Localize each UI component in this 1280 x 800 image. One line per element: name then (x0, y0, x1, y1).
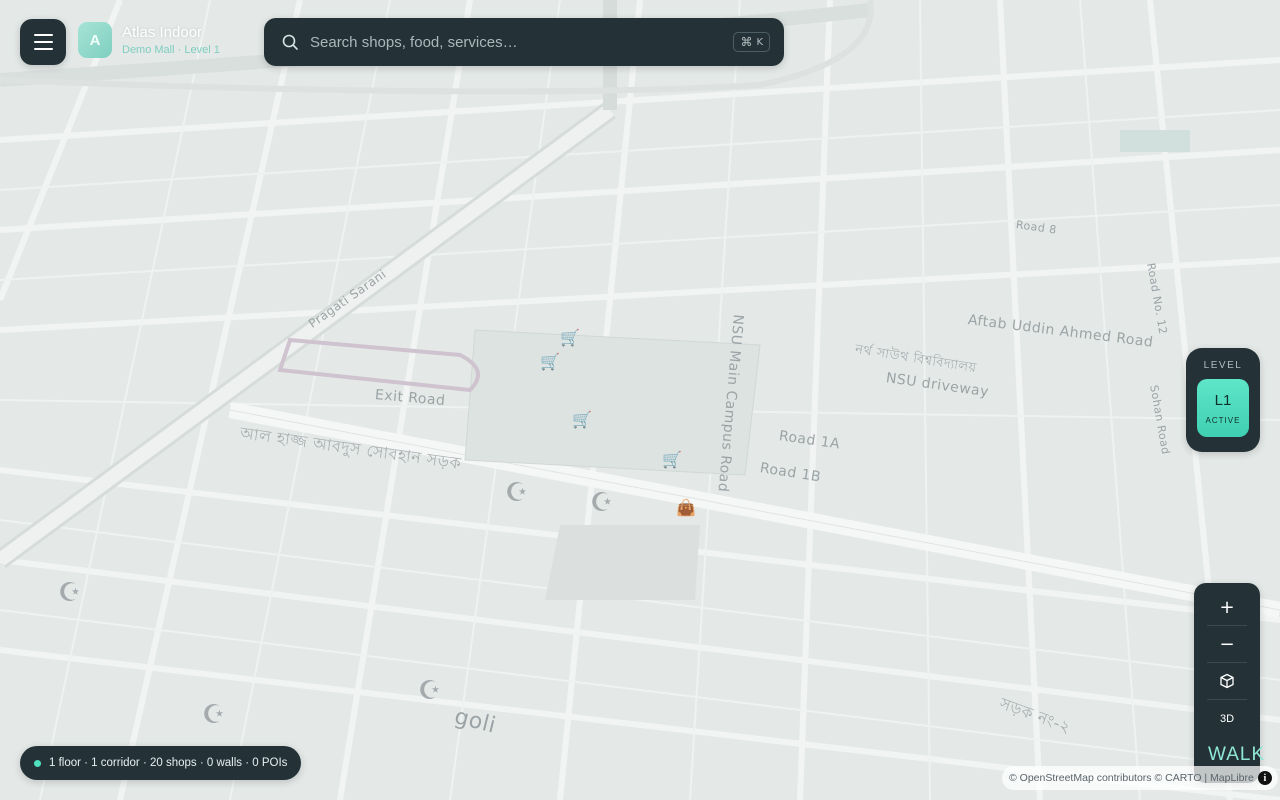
mosque-icon: ☪ (590, 488, 614, 518)
shopping-cart-icon: 🛒 (572, 410, 592, 429)
mosque-icon: ☪ (505, 478, 529, 508)
mosque-icon: ☪ (202, 700, 226, 730)
status-dot-icon (34, 759, 41, 767)
mosque-icon: ☪ (58, 578, 82, 608)
search-bar[interactable]: ⌘ K (264, 18, 784, 66)
shopping-cart-icon: 🛒 (662, 450, 682, 469)
menu-icon-bar (33, 34, 53, 36)
status-summary: 1 floor · 1 corridor · 20 shops · 0 wall… (49, 757, 288, 769)
plus-icon: + (1219, 596, 1235, 618)
shopping-cart-icon: 🛒 (540, 352, 560, 371)
shortcut-key: K (756, 36, 763, 48)
status-bar: 1 floor · 1 corridor · 20 shops · 0 wall… (20, 746, 302, 780)
app-title: Atlas Indoor (122, 23, 203, 41)
search-icon (282, 34, 298, 50)
map-canvas[interactable]: Exit Road NSU Main Campus Road NSU drive… (0, 0, 1280, 800)
level-button-l1[interactable]: L1 ACTIVE (1197, 379, 1249, 437)
toggle-3d-label: 3D (1219, 712, 1235, 725)
walk-mode-button[interactable]: WALK (1208, 744, 1265, 766)
menu-icon-bar (33, 41, 53, 43)
menu-icon-bar (33, 48, 53, 50)
menu-button[interactable] (20, 19, 66, 65)
shopping-bag-icon: 👜 (676, 498, 696, 517)
command-key-icon: ⌘ (740, 35, 753, 49)
app-logo: A (78, 22, 112, 58)
attribution-text[interactable]: © OpenStreetMap contributors © CARTO | M… (1009, 772, 1254, 784)
toggle-3d-button[interactable]: 3D (1207, 700, 1247, 737)
level-title: LEVEL (1203, 360, 1243, 371)
level-name: L1 (1214, 391, 1232, 409)
shopping-cart-icon: 🛒 (560, 328, 580, 347)
zoom-out-button[interactable]: − (1207, 626, 1247, 663)
mosque-icon: ☪ (418, 676, 442, 706)
level-selector: LEVEL L1 ACTIVE (1186, 348, 1260, 452)
venue-level-subtitle: Demo Mall · Level 1 (122, 43, 220, 56)
reset-view-button[interactable] (1207, 663, 1247, 700)
map-attribution: © OpenStreetMap contributors © CARTO | M… (1002, 766, 1278, 790)
map-base (0, 0, 1280, 800)
brand: A Atlas Indoor Demo Mall · Level 1 (78, 22, 220, 58)
minus-icon: − (1219, 633, 1235, 655)
info-icon[interactable]: i (1257, 771, 1272, 785)
search-input[interactable] (310, 33, 734, 51)
keyboard-shortcut-hint: ⌘ K (733, 32, 770, 52)
level-active-badge: ACTIVE (1205, 415, 1241, 425)
zoom-in-button[interactable]: + (1207, 589, 1247, 626)
cube-icon (1220, 673, 1234, 689)
